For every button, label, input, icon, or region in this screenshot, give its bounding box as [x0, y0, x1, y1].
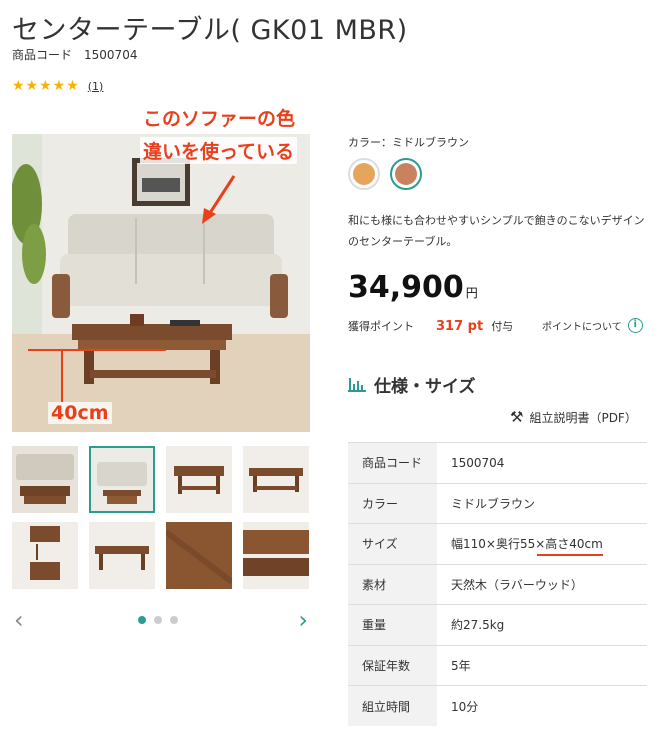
page-title: センターテーブル( GK01 MBR) — [12, 15, 408, 46]
points-about-label: ポイントについて — [542, 322, 622, 333]
product-photo-illustration — [12, 134, 310, 432]
spec-key: カラー — [348, 482, 437, 524]
product-description: 和にも様にも合わせやすいシンプルで飽きのこないデザインのセンターテーブル。 — [348, 214, 645, 248]
thumbnail-selected[interactable] — [89, 446, 155, 513]
color-swatch-natural[interactable] — [348, 158, 380, 190]
color-swatch-middle-brown[interactable] — [390, 158, 422, 190]
product-code-label: 商品コード — [12, 48, 73, 62]
price-currency: 円 — [465, 286, 478, 300]
gallery-pager: ‹ › — [12, 606, 310, 636]
chart-icon — [348, 377, 366, 392]
height-highlight-underline — [537, 554, 603, 556]
spec-key: 組立時間 — [348, 685, 437, 726]
thumbnail[interactable] — [166, 522, 232, 589]
table-row: 保証年数 5年 — [348, 644, 647, 686]
spec-key: 保証年数 — [348, 644, 437, 686]
annotation-sofa-color-line2: 違いを使っている — [140, 137, 298, 164]
spec-heading-label: 仕様・サイズ — [374, 377, 476, 397]
wrench-icon: ⚒ — [510, 408, 524, 426]
thumbnail[interactable] — [12, 522, 78, 589]
spec-key: 重量 — [348, 604, 437, 645]
spec-value: 約27.5kg — [437, 604, 647, 645]
pager-dot-active[interactable] — [138, 616, 146, 624]
assembly-manual-label: 組立説明書（PDF） — [529, 410, 637, 425]
product-code-line: 商品コード 1500704 — [12, 46, 137, 63]
chevron-left-icon[interactable]: ‹ — [14, 606, 24, 634]
info-icon: i — [627, 318, 643, 333]
spec-key: 素材 — [348, 563, 437, 605]
pager-dot[interactable] — [170, 616, 178, 624]
table-row: 素材 天然木（ラバーウッド） — [348, 563, 647, 605]
thumbnail[interactable] — [243, 446, 309, 513]
spec-value: 5年 — [437, 644, 647, 686]
points-label: 獲得ポイント — [348, 320, 414, 333]
points-value: 317 pt — [436, 318, 484, 334]
points-suffix: 付与 — [491, 320, 514, 333]
swatch-fill — [353, 163, 375, 185]
spec-value: 1500704 — [437, 442, 647, 483]
table-row: サイズ 幅110×奥行55×高さ40cm — [348, 523, 647, 564]
annotation-sofa-color-line1: このソファーの色 — [140, 104, 299, 131]
assembly-manual-link[interactable]: ⚒ 組立説明書（PDF） — [510, 408, 637, 426]
spec-key: サイズ — [348, 523, 437, 564]
spec-value: 10分 — [437, 685, 647, 726]
table-row: 商品コード 1500704 — [348, 442, 647, 483]
pager-dot[interactable] — [154, 616, 162, 624]
table-row: カラー ミドルブラウン — [348, 482, 647, 524]
thumbnail[interactable] — [166, 446, 232, 513]
thumbnail[interactable] — [12, 446, 78, 513]
spec-value: ミドルブラウン — [437, 482, 647, 524]
product-code-value: 1500704 — [84, 48, 138, 62]
spec-heading: 仕様・サイズ — [348, 372, 476, 397]
points-about-link[interactable]: ポイントについて i — [542, 318, 643, 333]
spec-value: 幅110×奥行55×高さ40cm — [437, 523, 647, 564]
annotation-height: 40cm — [48, 402, 112, 424]
rating: ★★★★★ (1) — [12, 78, 103, 94]
color-label: カラー：ミドルブラウン — [348, 136, 469, 149]
main-product-image[interactable] — [12, 134, 310, 432]
spec-key: 商品コード — [348, 442, 437, 483]
price: 34,900 円 — [348, 270, 478, 305]
thumbnail[interactable] — [243, 522, 309, 589]
color-swatches — [348, 158, 422, 190]
spec-table: 商品コード 1500704 カラー ミドルブラウン サイズ 幅110×奥行55×高さ4… — [348, 442, 647, 726]
thumbnail[interactable] — [89, 522, 155, 589]
table-row: 重量 約27.5kg — [348, 604, 647, 645]
swatch-fill — [395, 163, 417, 185]
pager-dots — [138, 616, 178, 624]
thumbnail-grid — [12, 446, 310, 589]
chevron-right-icon[interactable]: › — [298, 606, 308, 634]
points-line: 獲得ポイント 317 pt 付与 — [348, 318, 513, 334]
star-rating-icon: ★★★★★ — [12, 78, 80, 94]
price-value: 34,900 — [348, 270, 464, 305]
spec-value: 天然木（ラバーウッド） — [437, 563, 647, 605]
review-count-link[interactable]: (1) — [88, 80, 104, 93]
table-row: 組立時間 10分 — [348, 685, 647, 726]
